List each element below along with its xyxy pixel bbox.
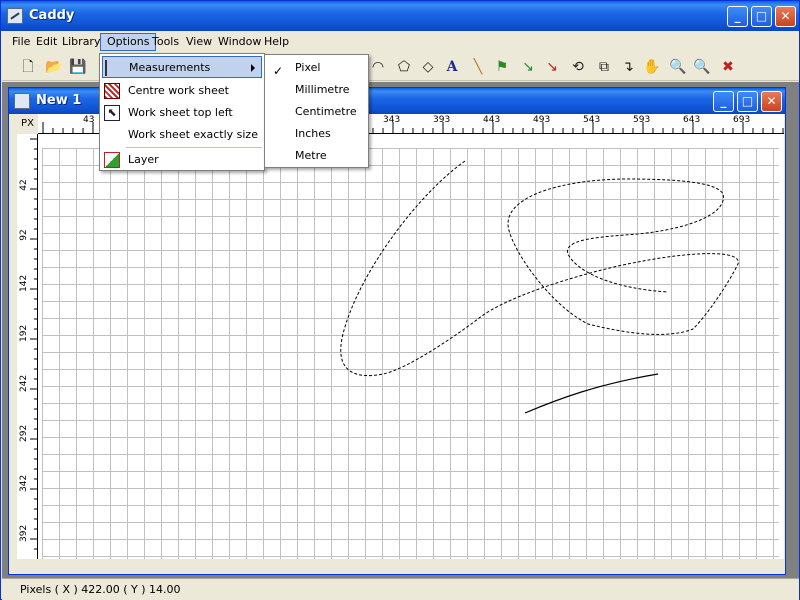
menu-library[interactable]: Library: [56, 33, 106, 51]
ruler-h-label: 593: [633, 115, 651, 125]
doc-close-button[interactable]: ✕: [761, 91, 782, 112]
doc-minimize-button[interactable]: _: [713, 91, 734, 112]
dashed-curve[interactable]: [340, 160, 739, 377]
walk-tool-icon[interactable]: ⚑: [492, 57, 512, 77]
ruler-h-label: 643: [683, 115, 701, 125]
status-bar: Pixels ( X ) 422.00 ( Y ) 14.00: [2, 578, 799, 600]
measurements-submenu: ✓ Pixel Millimetre Centimetre Inches Met…: [264, 54, 369, 168]
top-left-icon: ⬉: [104, 105, 120, 121]
ruler-v-label: 192: [19, 324, 29, 342]
ruler-h-label: 343: [383, 115, 401, 125]
centre-icon: [104, 83, 120, 99]
menu-help[interactable]: Help: [258, 33, 295, 51]
ruler-h-label: 543: [583, 115, 601, 125]
menu-item-measurements[interactable]: Measurements: [102, 56, 262, 78]
shape-tool-icon[interactable]: ◇: [418, 57, 438, 77]
line-tool-icon[interactable]: ╲: [468, 57, 488, 77]
minimize-button[interactable]: _: [727, 6, 748, 27]
menu-item-work-sheet-top-left[interactable]: ⬉ Work sheet top left: [102, 102, 262, 124]
menu-item-pixel[interactable]: ✓ Pixel: [267, 57, 366, 79]
new-file-icon[interactable]: 🗋: [18, 57, 38, 77]
document-title: New 1: [36, 93, 82, 108]
solid-curve[interactable]: [524, 373, 659, 414]
ruler-h-label: 493: [533, 115, 551, 125]
vertical-ruler-ticks: [30, 138, 37, 550]
window-title: Caddy: [29, 8, 75, 23]
menu-item-inches[interactable]: Inches: [267, 123, 366, 145]
text-tool-icon[interactable]: A: [442, 57, 462, 77]
ruler-v-label: 242: [19, 374, 29, 392]
polygon-tool-icon[interactable]: ⬠: [394, 57, 414, 77]
node-add-icon[interactable]: ↘: [518, 57, 538, 77]
layer-icon: [104, 152, 120, 168]
menu-separator: [126, 147, 262, 148]
app-icon[interactable]: [7, 8, 23, 24]
ruler-h-label: 443: [483, 115, 501, 125]
ruler-h-label: 693: [733, 115, 751, 125]
arrow-down-icon[interactable]: ↴: [618, 57, 638, 77]
doc-maximize-button[interactable]: □: [737, 91, 758, 112]
vertical-ruler: 42 92 142 192 242 292 342 392: [17, 134, 38, 559]
close-button[interactable]: ✕: [775, 6, 796, 27]
maximize-button[interactable]: □: [751, 6, 772, 27]
cursor-coordinates: Pixels ( X ) 422.00 ( Y ) 14.00: [20, 583, 181, 596]
measurements-icon: [105, 60, 121, 76]
zoom-cancel-icon[interactable]: ✖: [718, 57, 738, 77]
zoom-in-icon[interactable]: 🔍: [668, 57, 688, 77]
pan-hand-icon[interactable]: ✋: [642, 57, 662, 77]
menu-item-millimetre[interactable]: Millimetre: [267, 79, 366, 101]
zoom-out-icon[interactable]: 🔍: [692, 57, 712, 77]
ruler-v-label: 342: [19, 474, 29, 492]
ruler-v-label: 392: [19, 524, 29, 542]
node-remove-icon[interactable]: ↘: [542, 57, 562, 77]
save-icon[interactable]: 💾: [68, 57, 88, 77]
menu-item-centre-work-sheet[interactable]: Centre work sheet: [102, 80, 262, 102]
ruler-h-label: 393: [433, 115, 451, 125]
rotate-tool-icon[interactable]: ⟲: [568, 57, 588, 77]
arc-tool-icon[interactable]: ◠: [368, 57, 388, 77]
drawing-area[interactable]: [38, 134, 784, 559]
options-dropdown: Measurements Centre work sheet ⬉ Work sh…: [99, 53, 265, 171]
document-icon[interactable]: [14, 93, 30, 109]
title-bar[interactable]: Caddy _ □ ✕: [1, 1, 799, 31]
menu-item-metre[interactable]: Metre: [267, 145, 366, 167]
menu-item-layer[interactable]: Layer: [102, 149, 262, 171]
ruler-v-label: 292: [19, 424, 29, 442]
menubar: File Edit Library Options Tools View Win…: [2, 31, 799, 53]
menu-item-work-sheet-exactly-size[interactable]: Work sheet exactly size: [102, 124, 262, 146]
ruler-v-label: 142: [19, 274, 29, 292]
open-folder-icon[interactable]: 📂: [44, 57, 64, 77]
ruler-v-label: 92: [19, 229, 29, 241]
ruler-unit: PX: [17, 114, 38, 134]
group-tool-icon[interactable]: ⧉: [594, 57, 614, 77]
submenu-arrow-icon: [251, 64, 255, 72]
menu-item-centimetre[interactable]: Centimetre: [267, 101, 366, 123]
ruler-h-label: 43: [83, 115, 95, 125]
ruler-v-label: 42: [19, 179, 29, 191]
drawing-layer[interactable]: [38, 134, 784, 559]
